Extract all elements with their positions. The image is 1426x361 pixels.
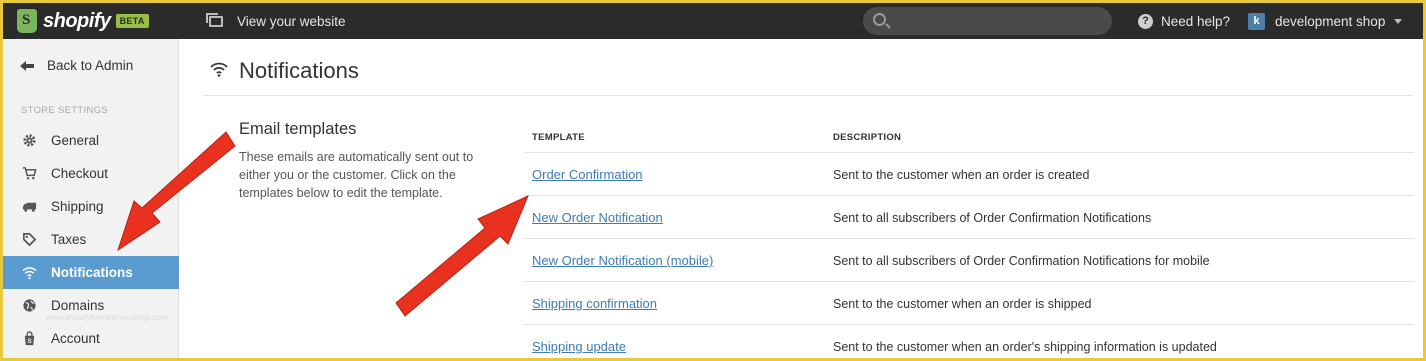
search-icon (873, 13, 886, 26)
table-row: New Order Notification (mobile) Sent to … (524, 239, 1414, 282)
bag-icon: S (21, 331, 37, 347)
column-header-template: TEMPLATE (532, 132, 585, 143)
logo-text: shopify (43, 9, 111, 32)
arrow-left-icon (20, 60, 34, 72)
table-header-row: TEMPLATE DESCRIPTION (524, 120, 1414, 153)
page-title: Notifications (239, 58, 359, 83)
view-website-label: View your website (237, 13, 346, 29)
sidebar-item-label: Domains (51, 298, 105, 313)
page-header: Notifications (203, 39, 1413, 96)
chevron-down-icon (1394, 18, 1403, 24)
email-templates-heading: Email templates (239, 120, 357, 138)
globe-icon (21, 298, 37, 314)
tag-icon (21, 232, 37, 248)
sidebar-item-label: Taxes (51, 232, 87, 247)
search-input[interactable] (863, 7, 1112, 35)
template-link-order-confirmation[interactable]: Order Confirmation (532, 167, 643, 182)
sidebar-item-account[interactable]: S Account (3, 322, 179, 355)
table-row: Shipping update Sent to the customer whe… (524, 325, 1414, 358)
template-description: Sent to the customer when an order is sh… (833, 297, 1092, 311)
sidebar-item-notifications[interactable]: Notifications (3, 256, 179, 289)
template-description: Sent to the customer when an order's shi… (833, 340, 1217, 354)
template-link-shipping-confirmation[interactable]: Shipping confirmation (532, 296, 657, 311)
app-frame: shopify BETA View your website ? Need he… (3, 3, 1423, 358)
sidebar: Back to Admin STORE SETTINGS General Che… (3, 39, 179, 358)
sidebar-item-label: General (51, 133, 100, 148)
table-row: New Order Notification Sent to all subsc… (524, 196, 1414, 239)
templates-table: TEMPLATE DESCRIPTION Order Confirmation … (524, 120, 1414, 358)
back-to-admin-link[interactable]: Back to Admin (20, 58, 133, 73)
table-row: Order Confirmation Sent to the customer … (524, 153, 1414, 196)
template-link-shipping-update[interactable]: Shipping update (532, 339, 626, 354)
template-link-new-order-notification[interactable]: New Order Notification (532, 210, 663, 225)
shop-avatar: k (1248, 12, 1265, 30)
template-description: Sent to all subscribers of Order Confirm… (833, 211, 1152, 225)
template-description: Sent to all subscribers of Order Confirm… (833, 254, 1210, 268)
shop-menu[interactable]: k development shop (1248, 3, 1403, 39)
sidebar-item-taxes[interactable]: Taxes (3, 223, 179, 256)
wifi-icon (21, 265, 37, 281)
watermark: www.shopifyfreeonlinecollege.com (46, 313, 169, 322)
email-templates-description: These emails are automatically sent out … (239, 150, 474, 200)
help-link[interactable]: ? Need help? (1138, 3, 1230, 39)
sidebar-item-label: Checkout (51, 166, 109, 181)
store-settings-heading: STORE SETTINGS (21, 105, 108, 116)
beta-badge: BETA (115, 14, 149, 28)
truck-icon (21, 199, 37, 215)
sidebar-item-label: Shipping (51, 199, 104, 214)
column-header-description: DESCRIPTION (833, 132, 902, 143)
cart-icon (21, 166, 37, 182)
gear-icon (21, 133, 37, 149)
external-window-icon (206, 12, 223, 27)
view-website-link[interactable]: View your website (206, 3, 346, 39)
question-icon: ? (1138, 13, 1153, 29)
sidebar-item-general[interactable]: General (3, 124, 179, 157)
help-label: Need help? (1161, 13, 1231, 29)
template-link-new-order-notification-mobile[interactable]: New Order Notification (mobile) (532, 253, 713, 268)
table-row: Shipping confirmation Sent to the custom… (524, 282, 1414, 325)
shopify-bag-icon (17, 9, 37, 33)
wifi-icon (210, 62, 228, 77)
sidebar-item-label: Notifications (51, 265, 133, 280)
shop-name: development shop (1275, 13, 1386, 29)
sidebar-item-shipping[interactable]: Shipping (3, 190, 179, 223)
sidebar-item-label: Account (51, 331, 100, 346)
top-bar: shopify BETA View your website ? Need he… (3, 3, 1423, 39)
back-to-admin-label: Back to Admin (47, 58, 134, 73)
template-description: Sent to the customer when an order is cr… (833, 168, 1090, 182)
sidebar-item-checkout[interactable]: Checkout (3, 157, 179, 190)
shopify-logo[interactable]: shopify BETA (17, 7, 149, 35)
svg-text:S: S (27, 338, 32, 345)
